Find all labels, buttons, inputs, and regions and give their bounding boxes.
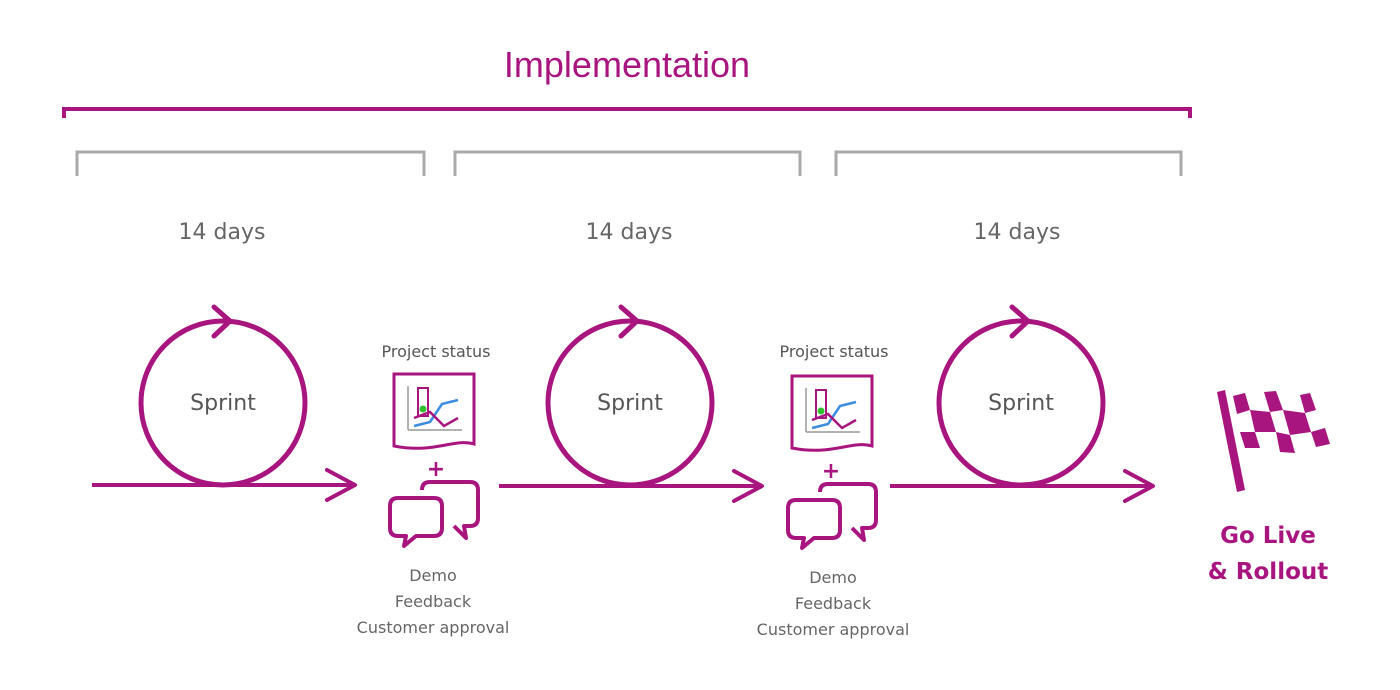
- review-notes-2: Demo Feedback Customer approval: [733, 565, 933, 643]
- speech-bubbles-icon: [786, 482, 878, 550]
- review-note-demo: Demo: [809, 568, 857, 587]
- checkered-flag-icon: [1217, 390, 1330, 492]
- review-note-approval: Customer approval: [756, 620, 910, 639]
- project-status-label-2: Project status: [779, 342, 889, 361]
- review-note-demo: Demo: [409, 566, 457, 585]
- sprint-duration-2: 14 days: [585, 220, 673, 245]
- sprint-duration-3: 14 days: [973, 220, 1061, 245]
- chart-document-icon: [392, 372, 476, 450]
- review-note-feedback: Feedback: [394, 592, 472, 611]
- review-note-approval: Customer approval: [356, 618, 510, 637]
- sprint-bracket-2: [453, 150, 802, 176]
- implementation-bracket: [62, 107, 1192, 118]
- go-live-line-2: & Rollout: [1207, 559, 1329, 585]
- sprint-label-2: Sprint: [597, 391, 663, 416]
- plus-sign: +: [822, 459, 840, 484]
- chart-document-icon: [790, 374, 874, 452]
- plus-sign: +: [427, 457, 445, 482]
- sprint-bracket-3: [834, 150, 1183, 176]
- go-live-line-1: Go Live: [1220, 523, 1316, 549]
- sprint-label-1: Sprint: [190, 391, 256, 416]
- project-status-label-1: Project status: [381, 342, 491, 361]
- speech-bubbles-icon: [388, 480, 480, 548]
- implementation-title: Implementation: [503, 44, 751, 85]
- review-notes-1: Demo Feedback Customer approval: [333, 563, 533, 641]
- sprint-bracket-1: [75, 150, 426, 176]
- review-note-feedback: Feedback: [794, 594, 872, 613]
- sprint-label-3: Sprint: [988, 391, 1054, 416]
- sprint-duration-1: 14 days: [178, 220, 266, 245]
- go-live-label: Go Live & Rollout: [1178, 518, 1358, 590]
